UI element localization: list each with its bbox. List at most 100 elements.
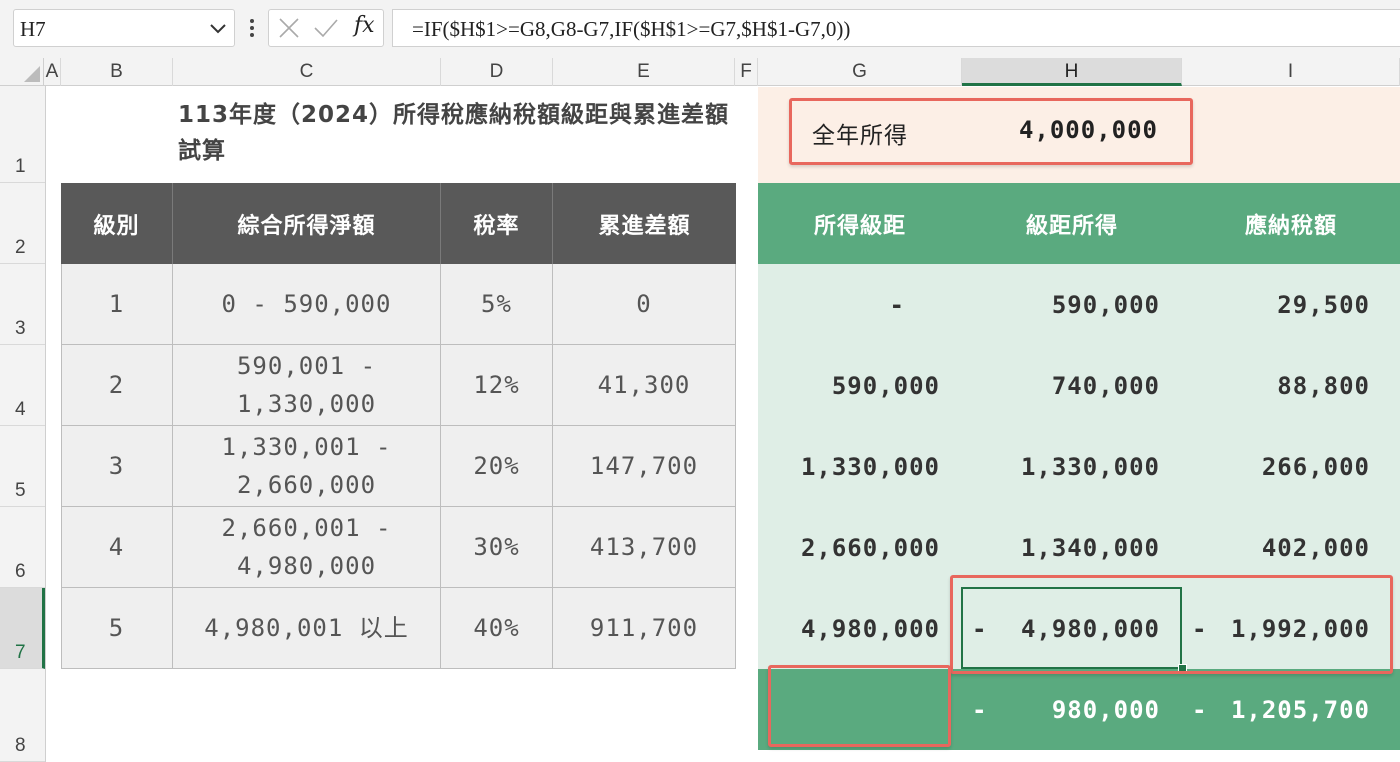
row-header-4[interactable]: 4 (0, 345, 45, 426)
cell-i3[interactable]: 29,500 (1182, 264, 1400, 345)
column-header-b[interactable]: B (61, 58, 173, 86)
left-cell-rate[interactable]: 30% (441, 507, 553, 588)
left-cell-bracket[interactable]: 590,001 - 1,330,000 (173, 345, 441, 426)
left-cell-diff[interactable]: 413,700 (553, 507, 736, 588)
cell-i5-value: 266,000 (1261, 452, 1370, 481)
row-header-6[interactable]: 6 (0, 507, 45, 588)
left-cell-diff[interactable]: 41,300 (553, 345, 736, 426)
row-header-1[interactable]: 1 (0, 86, 45, 183)
cell-g5[interactable]: 1,330,000 (758, 426, 962, 507)
select-all-corner[interactable] (0, 58, 44, 86)
sheet-title[interactable]: 113年度（2024）所得稅應納稅額級距與累進差額試算 (178, 97, 738, 169)
left-cell-bracket[interactable]: 2,660,001 - 4,980,000 (173, 507, 441, 588)
row-header-2-label: 2 (15, 237, 26, 258)
cell-g6[interactable]: 2,660,000 (758, 507, 962, 588)
row-header-3[interactable]: 3 (0, 264, 45, 345)
row-header-bar: 1 2 3 4 5 6 7 8 (0, 86, 46, 762)
column-header-i[interactable]: I (1182, 58, 1400, 86)
left-cell-rate[interactable]: 12% (441, 345, 553, 426)
insert-function-icon[interactable]: fx (354, 13, 375, 38)
row-header-4-label: 4 (15, 399, 26, 420)
row-header-8[interactable]: 8 (0, 669, 45, 762)
row-header-2[interactable]: 2 (0, 183, 45, 264)
left-cell-level[interactable]: 1 (61, 264, 173, 345)
left-header-net-income[interactable]: 綜合所得淨額 (173, 183, 441, 264)
cell-h8-value: 980,000 (1051, 695, 1160, 724)
chevron-down-icon[interactable] (208, 18, 228, 38)
check-icon[interactable] (313, 17, 339, 39)
left-cell-diff[interactable]: 147,700 (553, 426, 736, 507)
cell-g4[interactable]: 590,000 (758, 345, 962, 426)
cell-h8[interactable]: - 980,000 (962, 669, 1182, 750)
left-cell-level[interactable]: 4 (61, 507, 173, 588)
cancel-icon[interactable] (278, 17, 300, 39)
left-cell-level[interactable]: 2 (61, 345, 173, 426)
row-header-5[interactable]: 5 (0, 426, 45, 507)
formula-text[interactable]: =IF($H$1>=G8,G8-G7,IF($H$1>=G7,$H$1-G7,0… (412, 17, 850, 42)
highlight-box-row-7 (950, 575, 1393, 674)
left-cell-level[interactable]: 3 (61, 426, 173, 507)
left-header-level[interactable]: 級別 (61, 183, 173, 264)
left-cell-bracket[interactable]: 1,330,001 - 2,660,000 (173, 426, 441, 507)
cell-h5[interactable]: 1,330,000 (962, 426, 1182, 507)
column-header-d[interactable]: D (441, 58, 553, 86)
column-header-g[interactable]: G (758, 58, 962, 86)
cell-g4-value: 590,000 (831, 371, 940, 400)
cell-h3[interactable]: 590,000 (962, 264, 1182, 345)
cell-g3-value: - (889, 290, 905, 319)
left-cell-diff[interactable]: 911,700 (553, 588, 736, 669)
cell-h4-value: 740,000 (1051, 371, 1160, 400)
cell-i3-value: 29,500 (1277, 290, 1370, 319)
column-header-h[interactable]: H (962, 58, 1182, 86)
row-header-6-label: 6 (15, 561, 26, 582)
left-header-tax-rate[interactable]: 稅率 (441, 183, 553, 264)
column-header-c[interactable]: C (173, 58, 441, 86)
column-header-bar: A B C D E F G H I (44, 58, 1400, 86)
right-header-tax-payable[interactable]: 應納稅額 (1182, 183, 1400, 264)
name-box-value[interactable]: H7 (20, 17, 46, 42)
right-header-bracket[interactable]: 所得級距 (758, 183, 962, 264)
left-cell-rate[interactable]: 5% (441, 264, 553, 345)
formula-buttons: fx (268, 9, 384, 47)
highlight-box-g8 (768, 665, 951, 747)
cell-h6-value: 1,340,000 (1020, 533, 1160, 562)
left-cell-rate[interactable]: 40% (441, 588, 553, 669)
formula-bar: H7 fx =IF($H$1>=G8,G8-G7,IF($H$1>=G7,$H$… (0, 0, 1400, 62)
name-box[interactable]: H7 (13, 9, 235, 47)
cell-g6-value: 2,660,000 (800, 533, 940, 562)
cell-h3-value: 590,000 (1051, 290, 1160, 319)
row-header-7[interactable]: 7 (0, 588, 45, 669)
cell-i8-sign: - (1192, 695, 1208, 724)
cell-i4-value: 88,800 (1277, 371, 1370, 400)
cell-g3[interactable]: - (758, 264, 962, 345)
cell-i8-value: 1,205,700 (1230, 695, 1370, 724)
column-header-a[interactable]: A (44, 58, 61, 86)
left-cell-level[interactable]: 5 (61, 588, 173, 669)
cell-i4[interactable]: 88,800 (1182, 345, 1400, 426)
cell-h5-value: 1,330,000 (1020, 452, 1160, 481)
cell-i8[interactable]: -1,205,700 (1182, 669, 1400, 750)
row-header-8-label: 8 (15, 735, 26, 756)
left-cell-diff[interactable]: 0 (553, 264, 736, 345)
cell-g7[interactable]: 4,980,000 (758, 588, 962, 669)
cell-g5-value: 1,330,000 (800, 452, 940, 481)
left-cell-bracket[interactable]: 0 - 590,000 (173, 264, 441, 345)
more-options-icon[interactable] (246, 14, 258, 42)
row-header-1-label: 1 (15, 156, 26, 177)
right-header-bracket-income[interactable]: 級距所得 (962, 183, 1182, 264)
row-header-5-label: 5 (15, 480, 26, 501)
left-cell-bracket[interactable]: 4,980,001 以上 (173, 588, 441, 669)
left-cell-rate[interactable]: 20% (441, 426, 553, 507)
row-header-7-label: 7 (15, 642, 26, 663)
column-header-f[interactable]: F (735, 58, 758, 86)
cell-i6-value: 402,000 (1261, 533, 1370, 562)
left-header-progressive-diff[interactable]: 累進差額 (553, 183, 736, 264)
row-header-3-label: 3 (15, 318, 26, 339)
cell-h4[interactable]: 740,000 (962, 345, 1182, 426)
select-all-icon[interactable] (23, 65, 41, 83)
cell-h8-sign: - (972, 695, 988, 724)
highlight-box-annual-income (789, 98, 1193, 165)
column-header-e[interactable]: E (553, 58, 735, 86)
formula-input[interactable]: =IF($H$1>=G8,G8-G7,IF($H$1>=G7,$H$1-G7,0… (392, 9, 1400, 47)
cell-i5[interactable]: 266,000 (1182, 426, 1400, 507)
